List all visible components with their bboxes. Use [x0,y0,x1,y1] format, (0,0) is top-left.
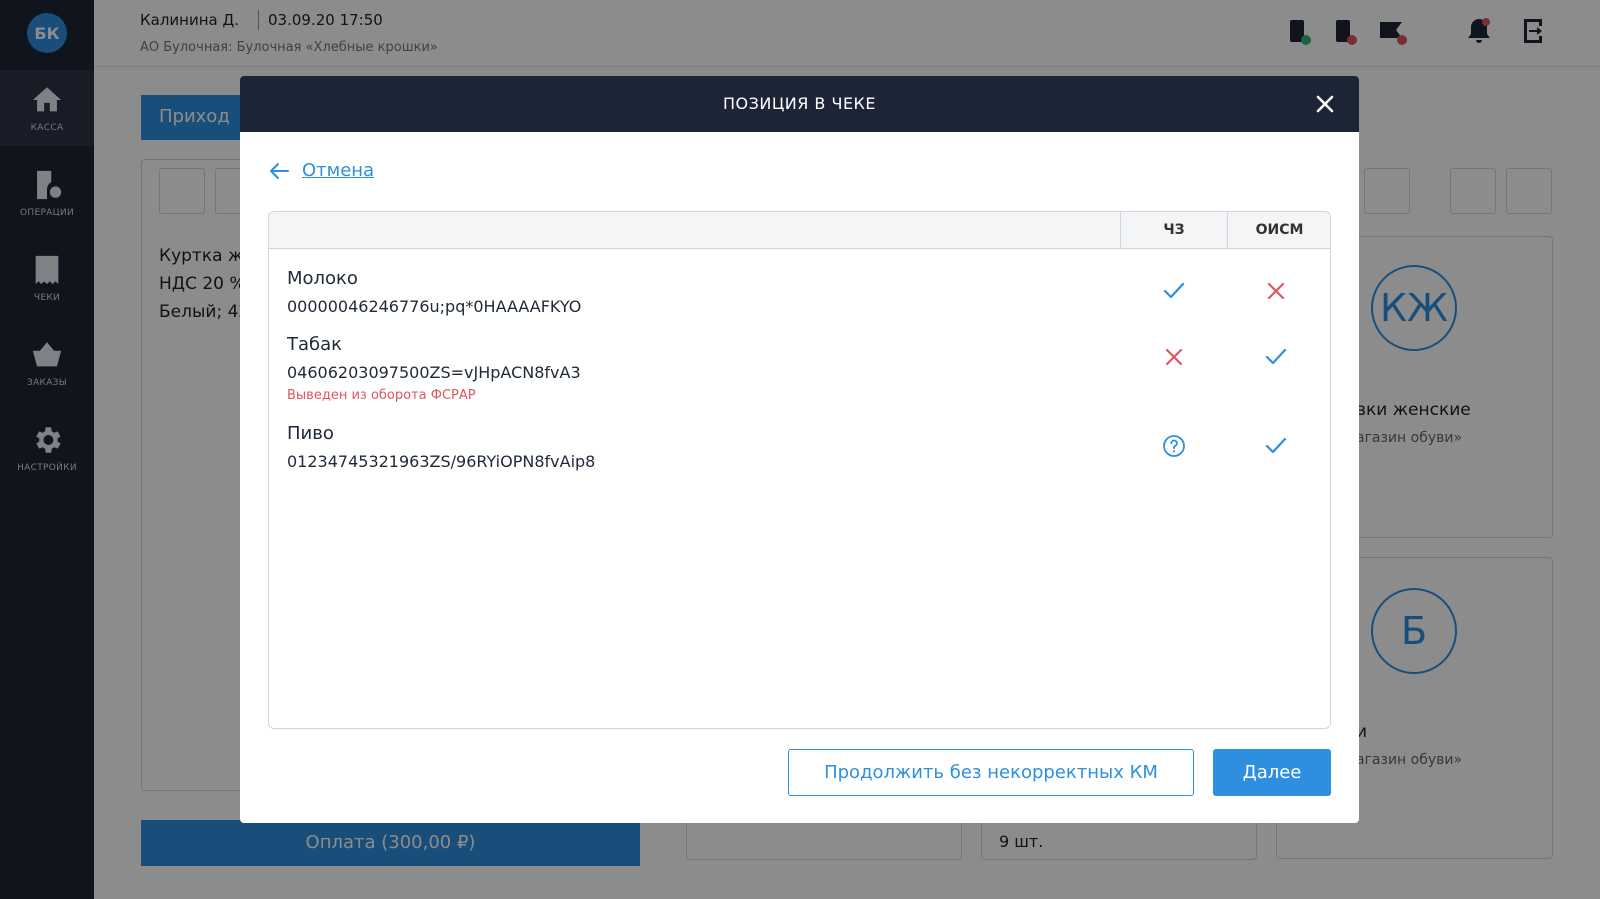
next-button[interactable]: Далее [1213,749,1331,796]
warning-text: Выведен из оборота ФСРАР [287,388,476,403]
dialog-header: ПОЗИЦИЯ В ЧЕКЕ [240,76,1359,132]
receipt-position-dialog: ПОЗИЦИЯ В ЧЕКЕ Отмена ЧЗ ОИСМ Молоко 000… [240,76,1359,823]
continue-without-invalid-button[interactable]: Продолжить без некорректных КМ [788,749,1194,796]
cross-icon [1267,282,1285,300]
check-icon [1265,437,1287,454]
cancel-link[interactable]: Отмена [268,160,374,181]
arrow-left-icon [270,162,289,179]
close-icon[interactable] [1313,92,1337,116]
table-header: ЧЗ ОИСМ [269,212,1330,249]
question-icon[interactable] [1162,434,1186,458]
dialog-title: ПОЗИЦИЯ В ЧЕКЕ [722,94,877,113]
cross-icon [1165,348,1183,366]
check-icon [1265,348,1287,365]
column-header-cz: ЧЗ [1120,212,1227,248]
column-header-oism: ОИСМ [1227,212,1330,248]
marking-codes-table: ЧЗ ОИСМ Молоко 00000046246776u;pq*0HAAAA… [268,211,1331,729]
check-icon [1163,282,1185,299]
cancel-label: Отмена [302,160,375,181]
